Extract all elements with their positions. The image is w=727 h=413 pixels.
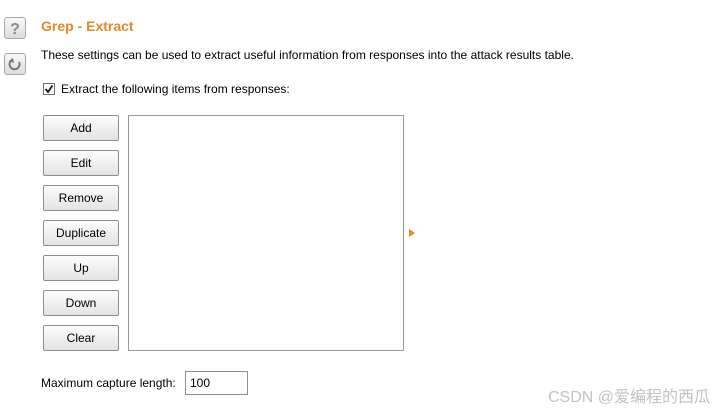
watermark: CSDN @爱编程的西瓜 xyxy=(547,389,710,406)
help-icon[interactable]: ? xyxy=(4,17,26,39)
max-capture-label: Maximum capture length: xyxy=(41,376,176,390)
extract-checkbox-row[interactable]: Extract the following items from respons… xyxy=(43,82,290,96)
clear-button[interactable]: Clear xyxy=(43,325,119,351)
section-description: These settings can be used to extract us… xyxy=(41,48,574,62)
up-button[interactable]: Up xyxy=(43,255,119,281)
extract-checkbox-label: Extract the following items from respons… xyxy=(61,82,290,96)
expand-arrow-icon[interactable] xyxy=(409,229,415,237)
remove-button[interactable]: Remove xyxy=(43,185,119,211)
extract-checkbox[interactable] xyxy=(43,83,55,95)
checkmark-icon xyxy=(44,84,54,94)
down-button[interactable]: Down xyxy=(43,290,119,316)
duplicate-button[interactable]: Duplicate xyxy=(43,220,119,246)
section-title: Grep - Extract xyxy=(41,18,134,34)
add-button[interactable]: Add xyxy=(43,115,119,141)
reset-icon[interactable] xyxy=(4,53,26,75)
svg-text:?: ? xyxy=(10,21,20,36)
edit-button[interactable]: Edit xyxy=(43,150,119,176)
max-capture-input[interactable] xyxy=(185,371,248,395)
extract-items-list[interactable] xyxy=(128,115,404,351)
